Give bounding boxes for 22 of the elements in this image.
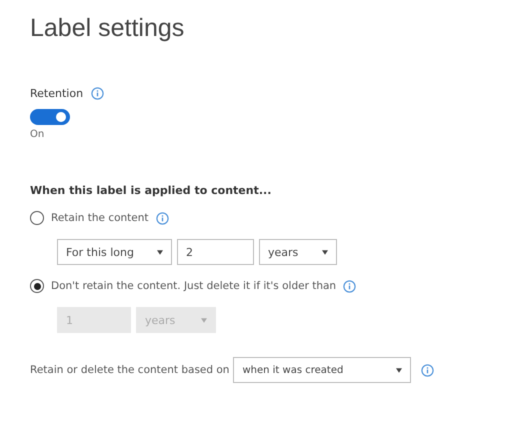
info-icon[interactable] [421, 364, 434, 376]
based-on-dropdown[interactable]: when it was created [233, 357, 412, 383]
toggle-state-label: On [30, 129, 46, 140]
radio-button[interactable] [30, 279, 44, 293]
based-on-label: Retain or delete the content based on [30, 364, 230, 376]
section-heading: When this label is applied to content... [30, 184, 272, 197]
input-field[interactable]: 2 [177, 239, 254, 265]
page-title: Label settings [30, 14, 186, 43]
info-icon[interactable] [156, 212, 169, 224]
caret-icon [157, 250, 163, 254]
dropdown[interactable]: years [259, 239, 337, 265]
dropdown[interactable]: For this long [57, 239, 172, 265]
option-label: Retain the content [51, 212, 149, 224]
info-icon[interactable] [343, 280, 356, 292]
retention-label: Retention [30, 87, 84, 100]
option-label: Don't retain the content. Just delete it if it's older than [51, 280, 336, 292]
caret-icon [322, 250, 328, 254]
caret-icon [396, 368, 402, 372]
info-icon[interactable] [91, 87, 104, 100]
radio-button[interactable] [30, 211, 44, 225]
caret-icon [201, 318, 207, 322]
retention-toggle[interactable] [30, 109, 70, 125]
